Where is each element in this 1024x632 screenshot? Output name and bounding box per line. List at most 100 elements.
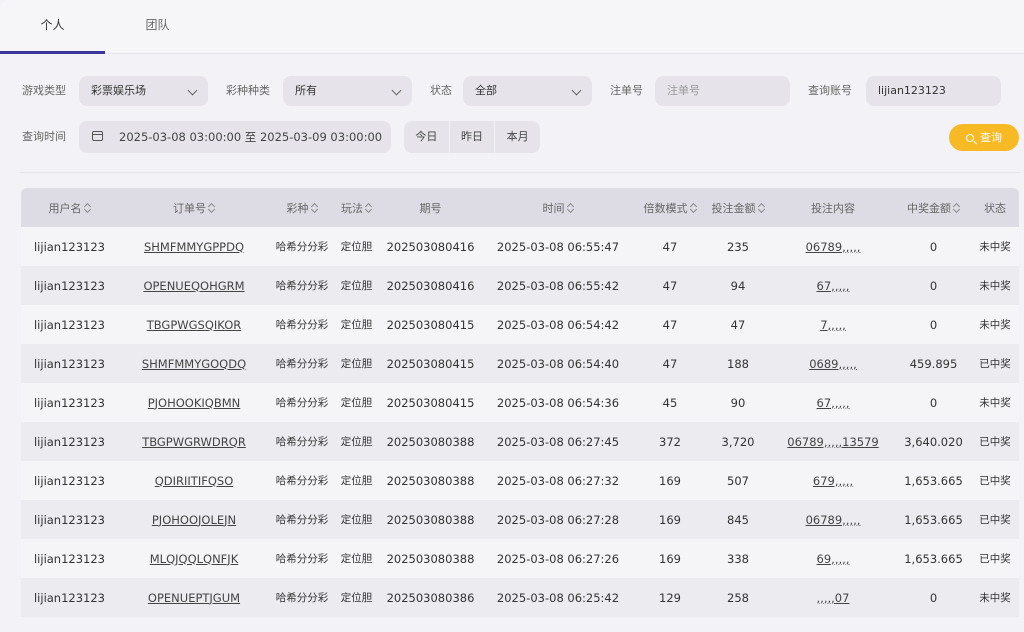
cell-username: lijian123123	[33, 551, 106, 566]
today-button[interactable]: 今日	[404, 121, 450, 153]
cell-multiplier: 169	[659, 512, 681, 527]
cell-issue: 202503080388	[386, 434, 475, 449]
cell-username: lijian123123	[33, 317, 106, 332]
cell-lottery: 哈希分分彩	[275, 319, 329, 331]
game-type-value: 彩票娱乐场	[91, 84, 146, 97]
cell-order-no[interactable]: PJOHOOKIQBMN	[118, 383, 270, 422]
status-label: 状态	[430, 84, 452, 97]
cell-bet-content[interactable]: 69,,,,,	[770, 539, 896, 578]
cell-bet-content[interactable]: 06789,,,,,13579	[770, 422, 896, 461]
cell-multiplier: 47	[662, 356, 678, 371]
cell-status: 未中奖	[979, 280, 1011, 292]
sort-icon	[84, 202, 91, 214]
cell-bet-amount: 845	[727, 512, 749, 527]
cell-issue: 202503080416	[386, 239, 475, 254]
cell-order-no[interactable]: TBGPWGRWDRQR	[118, 422, 270, 461]
cell-time: 2025-03-08 06:27:26	[496, 551, 620, 566]
cell-username: lijian123123	[33, 356, 106, 371]
query-account-input[interactable]: lijian123123	[866, 76, 1001, 106]
cell-username: lijian123123	[33, 239, 106, 254]
cell-bet-content[interactable]: 06789,,,,,	[770, 227, 896, 266]
sort-icon	[953, 202, 960, 214]
cell-play-type: 定位胆	[340, 319, 373, 331]
status-select[interactable]: 全部	[463, 76, 592, 106]
cell-bet-amount: 507	[727, 473, 749, 488]
cell-multiplier: 129	[659, 590, 681, 605]
cell-order-no[interactable]: OPENUEPTJGUM	[118, 578, 270, 617]
order-no-input[interactable]: 注单号	[655, 76, 790, 106]
cell-win-amount: 0	[929, 395, 938, 410]
cell-time: 2025-03-08 06:54:40	[496, 356, 620, 371]
cell-time: 2025-03-08 06:27:32	[496, 473, 620, 488]
cell-order-no[interactable]: SHMFMMYGPPDQ	[118, 227, 270, 266]
cell-win-amount: 1,653.665	[904, 551, 963, 566]
cell-order-no[interactable]: OPENUEQOHGRM	[118, 266, 270, 305]
cell-issue: 202503080388	[386, 551, 475, 566]
this-month-button[interactable]: 本月	[495, 121, 540, 153]
cell-order-no[interactable]: PJOHOOJOLEJN	[118, 500, 270, 539]
cell-play-type: 定位胆	[340, 280, 373, 292]
header-bet-amount[interactable]: 投注金额	[706, 188, 770, 227]
lottery-kind-value: 所有	[295, 84, 317, 97]
cell-status: 未中奖	[979, 397, 1011, 409]
cell-issue: 202503080388	[386, 473, 475, 488]
cell-status: 未中奖	[979, 592, 1011, 604]
tab-personal[interactable]: 个人	[0, 0, 105, 54]
cell-play-type: 定位胆	[340, 592, 373, 604]
cell-bet-amount: 188	[727, 356, 749, 371]
search-icon	[966, 134, 974, 142]
lottery-kind-select[interactable]: 所有	[283, 76, 412, 106]
cell-order-no[interactable]: QDIRIITIFQSO	[118, 461, 270, 500]
cell-multiplier: 47	[662, 239, 678, 254]
active-tab-indicator	[0, 51, 105, 54]
date-range-picker[interactable]: 2025-03-08 03:00:00 至 2025-03-09 03:00:0…	[79, 121, 391, 153]
cell-lottery: 哈希分分彩	[275, 241, 329, 253]
header-win-amount[interactable]: 中奖金额	[896, 188, 971, 227]
bet-records-table: 用户名 订单号 彩种 玩法 期号 时间 倍数模式 投注金额 投注内容 中奖金额 …	[21, 188, 1019, 632]
game-type-select[interactable]: 彩票娱乐场	[79, 76, 208, 106]
cell-order-no[interactable]: MLQJQQLQNFJK	[118, 539, 270, 578]
query-button[interactable]: 查询	[949, 124, 1019, 151]
cell-lottery: 哈希分分彩	[275, 436, 329, 448]
cell-bet-content[interactable]: 0689,,,,,	[770, 344, 896, 383]
table-row: lijian123123 OPENUEQOHGRM 哈希分分彩 定位胆 20250308…	[21, 266, 1019, 305]
header-multiplier[interactable]: 倍数模式	[634, 188, 706, 227]
cell-lottery: 哈希分分彩	[275, 280, 329, 292]
yesterday-button[interactable]: 昨日	[450, 121, 496, 153]
cell-issue: 202503080415	[386, 317, 475, 332]
cell-time: 2025-03-08 06:27:28	[496, 512, 620, 527]
cell-multiplier: 169	[659, 551, 681, 566]
header-play-type[interactable]: 玩法	[334, 188, 379, 227]
header-time[interactable]: 时间	[482, 188, 634, 227]
header-lottery[interactable]: 彩种	[270, 188, 334, 227]
tab-team[interactable]: 团队	[105, 0, 210, 54]
cell-bet-content[interactable]: 679,,,,,	[770, 461, 896, 500]
cell-bet-content[interactable]: 67,,,,,	[770, 383, 896, 422]
cell-username: lijian123123	[33, 512, 106, 527]
cell-bet-content[interactable]: 7,,,,,	[770, 305, 896, 344]
cell-bet-content[interactable]: 67,,,,,	[770, 266, 896, 305]
cell-status: 未中奖	[979, 241, 1011, 253]
cell-status: 已中奖	[979, 358, 1011, 370]
cell-time: 2025-03-08 06:55:47	[496, 239, 620, 254]
cell-bet-amount: 338	[727, 551, 749, 566]
cell-bet-content[interactable]: ,,,,,07	[770, 578, 896, 617]
cell-win-amount: 0	[929, 317, 938, 332]
header-order-no[interactable]: 订单号	[118, 188, 270, 227]
table-row: lijian123123 OPENUEPTJGUM 哈希分分彩 定位胆 20250308…	[21, 578, 1019, 617]
divider	[20, 172, 1020, 173]
cell-order-no[interactable]: SHMFMMYGOQDQ	[118, 344, 270, 383]
sort-icon	[690, 202, 697, 214]
query-time-label: 查询时间	[22, 130, 66, 143]
cell-time: 2025-03-08 06:25:42	[496, 590, 620, 605]
cell-order-no[interactable]: TBGPWGSQIKOR	[118, 305, 270, 344]
cell-issue: 202503080415	[386, 395, 475, 410]
cell-bet-content[interactable]: 06789,,,,,	[770, 500, 896, 539]
cell-time: 2025-03-08 06:55:42	[496, 278, 620, 293]
chevron-down-icon	[187, 85, 198, 96]
game-type-label: 游戏类型	[22, 84, 66, 97]
cell-time: 2025-03-08 06:54:42	[496, 317, 620, 332]
tabs-bar: 个人 团队	[0, 0, 1024, 54]
header-username[interactable]: 用户名	[21, 188, 118, 227]
cell-issue: 202503080388	[386, 512, 475, 527]
